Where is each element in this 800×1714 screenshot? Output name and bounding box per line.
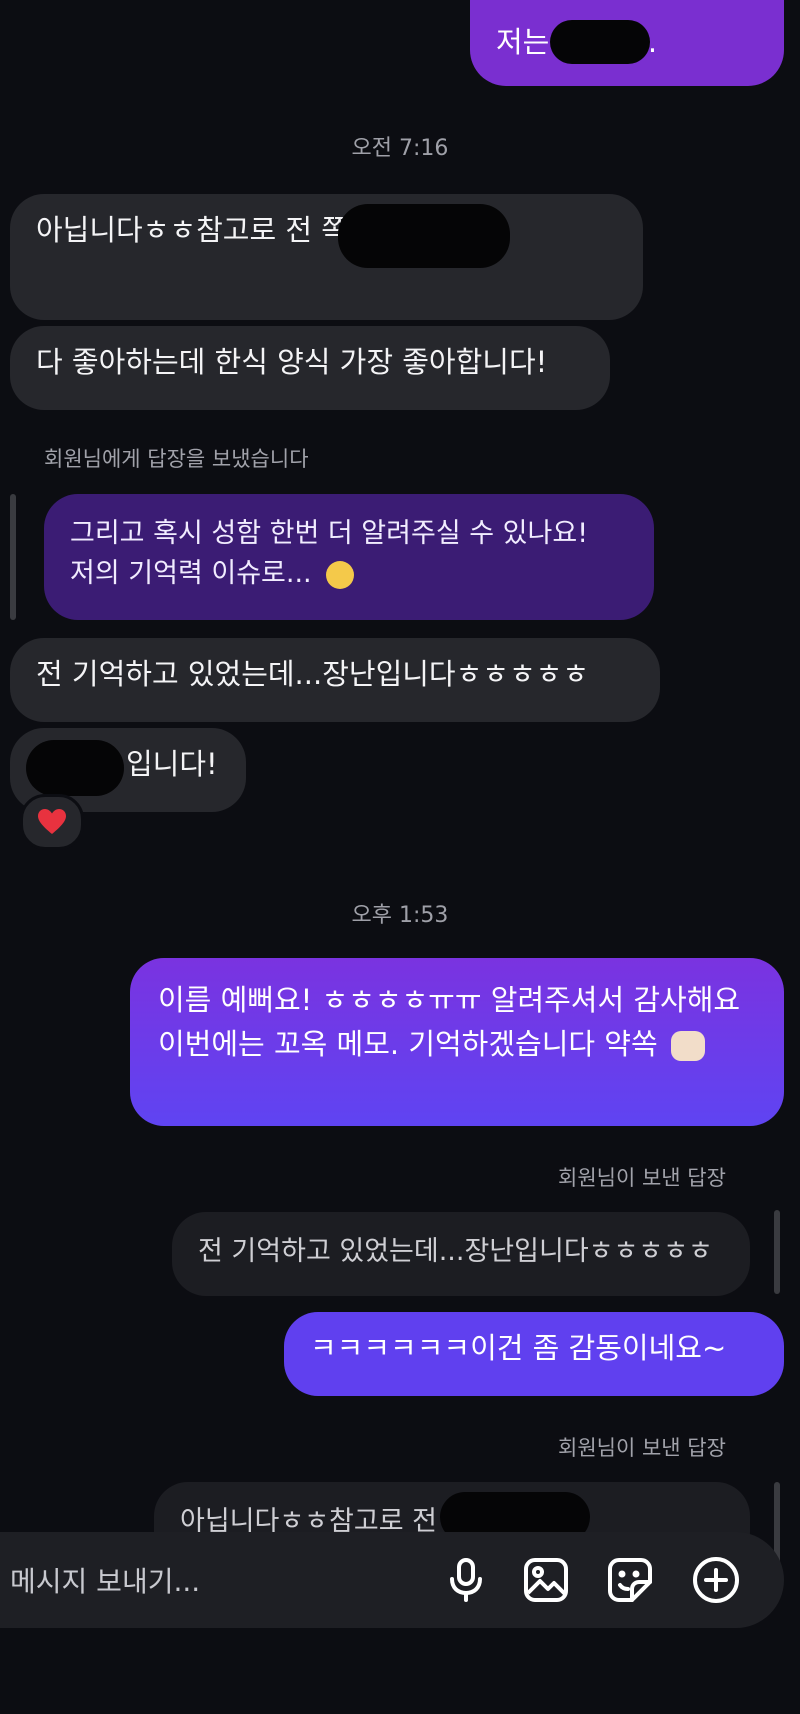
message-text: 전 기억하고 있었는데...장난입니다ㅎㅎㅎㅎㅎ <box>36 657 590 691</box>
message-composer[interactable]: 메시지 보내기... <box>0 1532 784 1628</box>
sticker-button[interactable] <box>602 1552 658 1608</box>
redaction-mark <box>550 20 650 64</box>
message-bubble-incoming[interactable]: 아닙니다ㅎㅎ참고로 전 쪽 살아요! <box>10 194 643 320</box>
reply-indicator-bar <box>10 494 16 620</box>
message-input[interactable]: 메시지 보내기... <box>10 1560 200 1600</box>
reply-indicator-bar <box>774 1210 780 1294</box>
message-bubble-incoming[interactable]: 전 기억하고 있었는데...장난입니다ㅎㅎㅎㅎㅎ <box>10 638 660 722</box>
timestamp: 오후 1:53 <box>351 903 449 928</box>
reply-notice: 회원님이 보낸 답장 <box>558 1166 726 1190</box>
quoted-message[interactable]: 전 기억하고 있었는데...장난입니다ㅎㅎㅎㅎㅎ <box>172 1212 750 1296</box>
redaction-mark <box>26 740 124 796</box>
plus-circle-icon <box>693 1557 739 1603</box>
crying-face-icon <box>326 560 355 589</box>
gallery-button[interactable] <box>518 1552 574 1608</box>
add-button[interactable] <box>688 1552 744 1608</box>
reply-notice: 회원님에게 답장을 보냈습니다 <box>44 447 309 471</box>
voice-button[interactable] <box>438 1552 494 1608</box>
image-icon <box>524 1558 568 1602</box>
message-text: 입니다! <box>126 747 218 781</box>
message-text: 다 좋아하는데 한식 양식 가장 좋아합니다! <box>36 345 548 379</box>
reply-notice: 회원님이 보낸 답장 <box>558 1436 726 1460</box>
redaction-mark <box>338 204 510 268</box>
fist-icon <box>670 1031 705 1061</box>
reaction-badge[interactable] <box>20 794 84 850</box>
message-text: 이름 예뻐요! ㅎㅎㅎㅎㅠㅠ 알려주셔서 감사해요 이번에는 꼬옥 메모. 기억… <box>158 983 741 1061</box>
quoted-text: 전 기억하고 있었는데...장난입니다ㅎㅎㅎㅎㅎ <box>198 1236 713 1267</box>
microphone-icon <box>450 1558 482 1602</box>
message-text: ㅋㅋㅋㅋㅋㅋ이건 좀 감동이네요~ <box>310 1331 727 1365</box>
message-bubble-incoming[interactable]: 다 좋아하는데 한식 양식 가장 좋아합니다! <box>10 326 610 410</box>
timestamp: 오전 7:16 <box>351 136 449 161</box>
message-bubble-outgoing[interactable]: ㅋㅋㅋㅋㅋㅋ이건 좀 감동이네요~ <box>284 1312 784 1396</box>
message-bubble-outgoing[interactable]: 이름 예뻐요! ㅎㅎㅎㅎㅠㅠ 알려주셔서 감사해요 이번에는 꼬옥 메모. 기억… <box>130 958 784 1126</box>
quoted-message[interactable]: 그리고 혹시 성함 한번 더 알려주실 수 있나요! 저의 기억력 이슈로... <box>44 494 654 620</box>
sticker-icon <box>608 1558 652 1602</box>
heart-icon <box>38 809 66 834</box>
